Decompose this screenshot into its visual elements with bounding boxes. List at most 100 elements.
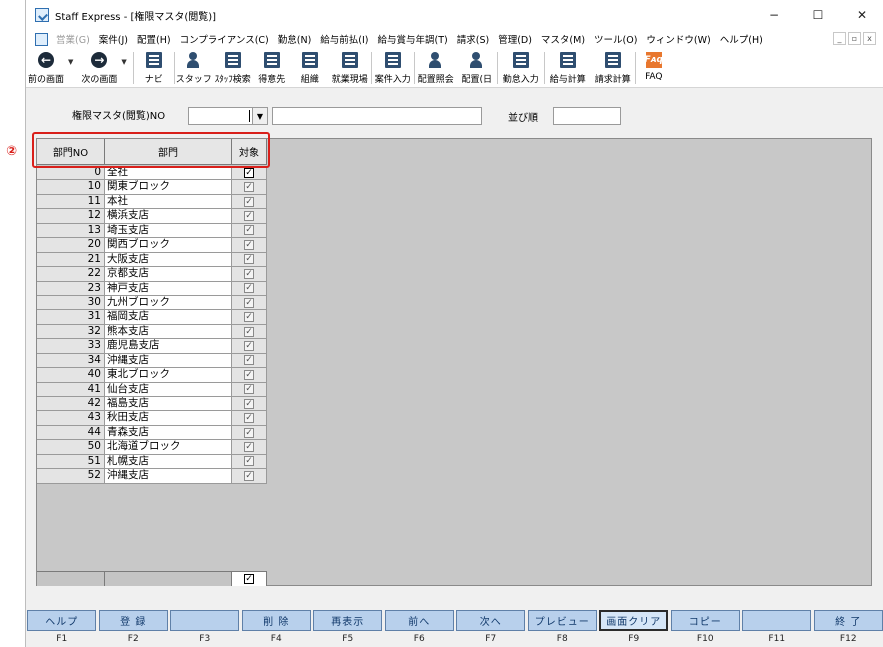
menu-tools[interactable]: ツール(O)	[594, 32, 637, 46]
target-checkbox[interactable]: ✓	[244, 254, 254, 265]
target-checkbox[interactable]: ✓	[244, 427, 254, 438]
next-screen-button[interactable]: → 次の画面	[79, 48, 119, 88]
maximize-button[interactable]: ☐	[796, 0, 840, 30]
fkey-button-f4[interactable]: 削 除	[241, 610, 311, 631]
fkey-button-f9[interactable]: 画面クリア	[599, 610, 669, 631]
dept-name-cell[interactable]: 神戸支店	[105, 281, 232, 296]
client-button[interactable]: 得意先	[253, 48, 291, 88]
menu-billing[interactable]: 請求(S)	[457, 32, 489, 46]
target-checkbox[interactable]: ✓	[244, 369, 254, 380]
table-row[interactable]: 22 京都支店 ✓	[37, 267, 267, 282]
target-checkbox[interactable]: ✓	[244, 225, 254, 236]
mdi-minimize-button[interactable]: _	[833, 32, 846, 45]
menu-sales[interactable]: 営業(G)	[56, 32, 90, 46]
assign-inquiry-button[interactable]: 配置照会	[415, 48, 457, 88]
menu-compliance[interactable]: コンプライアンス(C)	[180, 32, 269, 46]
target-checkbox[interactable]: ✓	[244, 268, 254, 279]
table-row[interactable]: 30 九州ブロック ✓	[37, 295, 267, 311]
target-checkbox[interactable]: ✓	[244, 182, 254, 193]
menu-advance-pay[interactable]: 給与前払(I)	[320, 32, 368, 46]
target-checkbox[interactable]: ✓	[244, 355, 254, 366]
mdi-close-button[interactable]: x	[863, 32, 876, 45]
attendance-input-button[interactable]: 勤怠入力	[498, 48, 544, 88]
close-button[interactable]: ✕	[840, 0, 883, 30]
fkey-button-f2[interactable]: 登 録	[98, 610, 168, 631]
target-checkbox[interactable]: ✓	[244, 297, 254, 308]
org-button[interactable]: 組織	[291, 48, 329, 88]
faq-button[interactable]: Fᴀq FAQ	[636, 48, 672, 88]
dept-name-cell[interactable]: 大阪支店	[105, 252, 232, 268]
case-input-button[interactable]: 案件入力	[372, 48, 414, 88]
table-row[interactable]: 12 横浜支店 ✓	[37, 209, 267, 224]
dept-name-cell[interactable]: 埼玉支店	[105, 223, 232, 239]
billing-calc-button[interactable]: 請求計算	[591, 48, 635, 88]
menu-assign[interactable]: 配置(H)	[137, 32, 171, 46]
navi-button[interactable]: ナビ	[134, 48, 174, 88]
table-row[interactable]: 33 鹿児島支店 ✓	[37, 339, 267, 354]
table-row[interactable]: 44 青森支店 ✓	[37, 425, 267, 441]
payroll-calc-button[interactable]: 給与計算	[545, 48, 591, 88]
dept-name-cell[interactable]: 関東ブロック	[105, 180, 232, 195]
menu-window[interactable]: ウィンドウ(W)	[646, 32, 710, 46]
dept-name-cell[interactable]: 沖縄支店	[105, 353, 232, 369]
table-row[interactable]: 42 福島支店 ✓	[37, 397, 267, 412]
table-row[interactable]: 13 埼玉支店 ✓	[37, 223, 267, 239]
worksite-button[interactable]: 就業現場	[329, 48, 371, 88]
mdi-restore-button[interactable]: ▫	[848, 32, 861, 45]
table-row[interactable]: 10 関東ブロック ✓	[37, 180, 267, 195]
dept-name-cell[interactable]: 関西ブロック	[105, 238, 232, 253]
table-row[interactable]: 21 大阪支店 ✓	[37, 252, 267, 268]
target-checkbox[interactable]: ✓	[244, 413, 254, 424]
dept-name-cell[interactable]: 福島支店	[105, 397, 232, 412]
fkey-button-f11[interactable]	[742, 610, 812, 631]
target-checkbox[interactable]: ✓	[244, 196, 254, 207]
prev-dropdown-caret[interactable]: ▼	[68, 58, 73, 66]
next-dropdown-caret[interactable]: ▼	[121, 58, 126, 66]
dept-name-cell[interactable]: 福岡支店	[105, 310, 232, 325]
fkey-button-f10[interactable]: コピー	[670, 610, 740, 631]
fkey-button-f5[interactable]: 再表示	[313, 610, 383, 631]
target-checkbox[interactable]: ✓	[244, 442, 254, 453]
table-row[interactable]: 52 沖縄支店 ✓	[37, 469, 267, 484]
target-checkbox[interactable]: ✓	[244, 211, 254, 222]
table-row[interactable]: 41 仙台支店 ✓	[37, 382, 267, 397]
table-row[interactable]: 51 札幌支店 ✓	[37, 454, 267, 470]
dept-name-cell[interactable]: 全社	[105, 166, 232, 181]
table-row[interactable]: 11 本社 ✓	[37, 194, 267, 210]
target-checkbox[interactable]: ✓	[244, 239, 254, 250]
permission-name-field[interactable]	[272, 107, 482, 125]
table-row[interactable]: 23 神戸支店 ✓	[37, 281, 267, 296]
table-row[interactable]: 50 北海道ブロック ✓	[37, 440, 267, 455]
table-row[interactable]: 40 東北ブロック ✓	[37, 368, 267, 383]
fkey-button-f12[interactable]: 終 了	[813, 610, 883, 631]
staff-button[interactable]: スタッフ	[175, 48, 213, 88]
mdi-window-icon[interactable]	[35, 32, 48, 46]
dept-name-cell[interactable]: 札幌支店	[105, 454, 232, 470]
fkey-button-f8[interactable]: プレビュー	[527, 610, 597, 631]
fkey-button-f1[interactable]: ヘルプ	[27, 610, 97, 631]
dept-name-cell[interactable]: 京都支店	[105, 267, 232, 282]
target-checkbox[interactable]: ✓	[244, 470, 254, 481]
permission-no-combo[interactable]: ▼	[188, 107, 268, 125]
target-checkbox[interactable]: ✓	[244, 456, 254, 467]
fkey-button-f7[interactable]: 次へ	[456, 610, 526, 631]
table-row[interactable]: 20 関西ブロック ✓	[37, 238, 267, 253]
dept-name-cell[interactable]: 横浜支店	[105, 209, 232, 224]
target-checkbox[interactable]: ✓	[244, 398, 254, 409]
menu-payroll[interactable]: 給与賞与年調(T)	[378, 32, 448, 46]
table-row[interactable]: 31 福岡支店 ✓	[37, 310, 267, 325]
target-checkbox[interactable]: ✓	[244, 326, 254, 337]
menu-master[interactable]: マスタ(M)	[541, 32, 585, 46]
menu-attendance[interactable]: 勤怠(N)	[278, 32, 312, 46]
fkey-button-f6[interactable]: 前へ	[384, 610, 454, 631]
dept-name-cell[interactable]: 鹿児島支店	[105, 339, 232, 354]
dept-name-cell[interactable]: 秋田支店	[105, 411, 232, 426]
fkey-button-f3[interactable]	[170, 610, 240, 631]
menu-case[interactable]: 案件(J)	[99, 32, 128, 46]
target-checkbox[interactable]: ✓	[244, 283, 254, 294]
dept-name-cell[interactable]: 北海道ブロック	[105, 440, 232, 455]
menu-help[interactable]: ヘルプ(H)	[720, 32, 763, 46]
staff-search-button[interactable]: ｽﾀｯﾌ検索	[213, 48, 253, 88]
table-row[interactable]: 43 秋田支店 ✓	[37, 411, 267, 426]
target-checkbox[interactable]: ✓	[244, 340, 254, 351]
